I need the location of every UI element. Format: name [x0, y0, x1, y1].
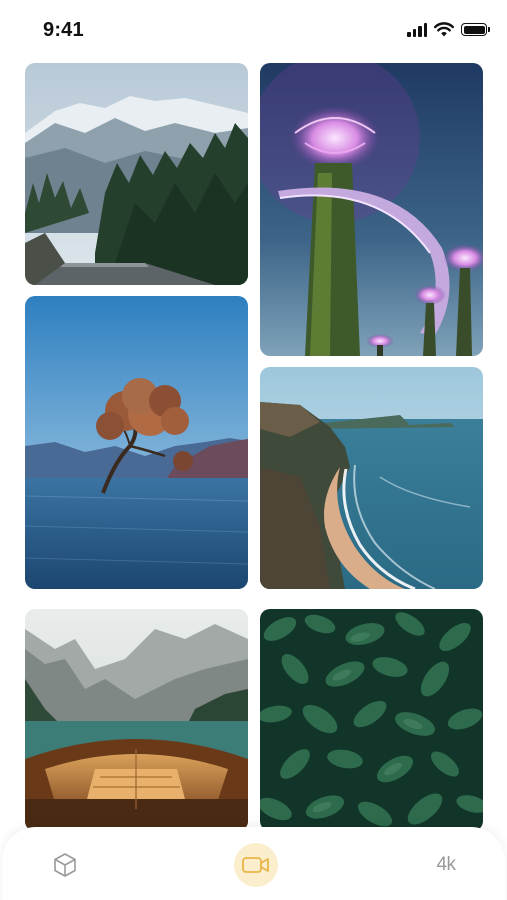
gallery-screen: 9:41 4k	[0, 0, 507, 900]
photo-boat-mountain-lake[interactable]	[25, 609, 248, 831]
tab-3d-cube[interactable]	[43, 843, 87, 887]
bottom-tab-bar: 4k	[2, 827, 505, 900]
status-bar: 9:41	[0, 0, 507, 60]
video-camera-icon	[242, 857, 269, 873]
photo-coastline-beach[interactable]	[260, 367, 483, 589]
status-time: 9:41	[43, 19, 84, 41]
photo-supertree-night[interactable]	[260, 63, 483, 356]
photo-mountain-road[interactable]	[25, 63, 248, 285]
tab-4k-label: 4k	[436, 854, 456, 875]
cellular-signal-icon	[407, 22, 427, 37]
wifi-icon	[434, 22, 454, 37]
photo-lone-tree-lake[interactable]	[25, 296, 248, 589]
status-icons	[407, 22, 490, 37]
tab-4k[interactable]: 4k	[424, 843, 468, 887]
cube-icon	[54, 853, 76, 877]
tab-video[interactable]	[234, 843, 278, 887]
battery-icon	[461, 23, 490, 36]
photo-green-leaves[interactable]	[260, 609, 483, 831]
